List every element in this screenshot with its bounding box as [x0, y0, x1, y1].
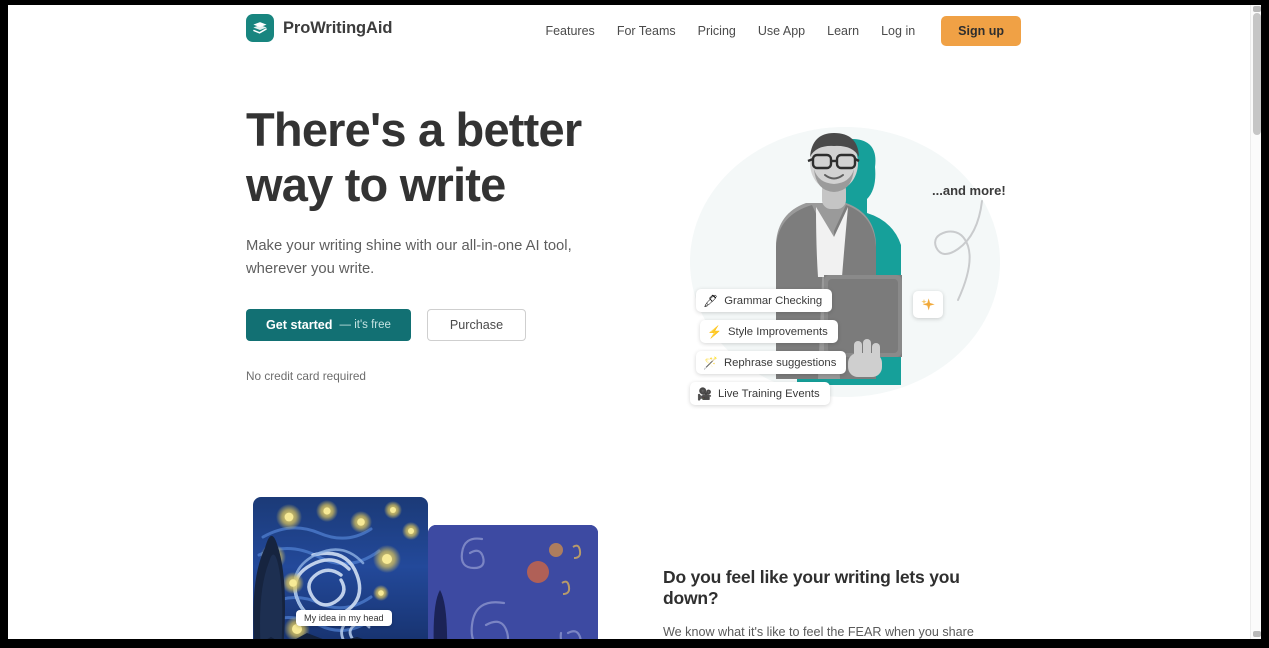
- hero-action-buttons: Get started — it's free Purchase: [246, 308, 646, 341]
- hero-illustration: 🖋 Grammar Checking ⚡ Style Improvements …: [668, 117, 1018, 447]
- page-content: ProWritingAid Features For Teams Pricing…: [8, 5, 1253, 639]
- magic-wand-icon: 🪄: [703, 355, 718, 370]
- hero-copy: There's a better way to write Make your …: [246, 102, 646, 383]
- lightning-bolt-icon: ⚡: [707, 324, 722, 339]
- get-started-label: Get started: [266, 317, 333, 332]
- section-two-copy: Do you feel like your writing lets you d…: [663, 567, 1013, 639]
- scrollbar-down-arrow[interactable]: [1253, 631, 1261, 637]
- video-camera-icon: 🎥: [697, 386, 712, 401]
- feather-pen-icon: 🖋: [703, 293, 719, 308]
- main-navigation: Features For Teams Pricing Use App Learn…: [534, 16, 1021, 46]
- no-credit-card-note: No credit card required: [246, 368, 366, 383]
- sparkle-badge: [913, 291, 943, 318]
- browser-viewport: ProWritingAid Features For Teams Pricing…: [8, 5, 1261, 639]
- book-pages-icon: [246, 14, 274, 42]
- purchase-button[interactable]: Purchase: [426, 308, 527, 341]
- man-with-laptop-photo: [776, 133, 902, 385]
- and-more-label: ...and more!: [932, 183, 1006, 198]
- section-two-title: Do you feel like your writing lets you d…: [663, 567, 960, 608]
- simplified-starry-night: [428, 525, 598, 639]
- feature-tag-live-training-events[interactable]: 🎥 Live Training Events: [690, 382, 830, 405]
- painting-caption: My idea in my head: [296, 610, 392, 626]
- hero-title: There's a better way to write: [246, 103, 582, 212]
- browser-window: ProWritingAid Features For Teams Pricing…: [0, 0, 1269, 648]
- get-started-sublabel: — it's free: [339, 318, 391, 331]
- nav-item-features[interactable]: Features: [534, 18, 605, 44]
- feature-tag-label: Live Training Events: [717, 387, 820, 400]
- feature-tag-label: Rephrase suggestions: [723, 356, 837, 369]
- nav-item-for-teams[interactable]: For Teams: [606, 18, 687, 44]
- vertical-scrollbar[interactable]: [1250, 5, 1261, 639]
- hero-subtitle: Make your writing shine with our all-in-…: [246, 237, 572, 277]
- nav-item-pricing[interactable]: Pricing: [687, 18, 747, 44]
- feature-tag-label: Grammar Checking: [724, 294, 823, 307]
- feature-tag-rephrase-suggestions[interactable]: 🪄 Rephrase suggestions: [696, 351, 847, 374]
- scrollbar-thumb[interactable]: [1253, 13, 1261, 135]
- nav-item-log-in[interactable]: Log in: [870, 18, 926, 44]
- feature-tag-style-improvements[interactable]: ⚡ Style Improvements: [700, 320, 838, 343]
- get-started-button[interactable]: Get started — it's free: [246, 308, 411, 341]
- hero-section: There's a better way to write Make your …: [8, 62, 1253, 492]
- sign-up-button[interactable]: Sign up: [941, 16, 1021, 46]
- nav-item-use-app[interactable]: Use App: [747, 18, 816, 44]
- painting-comparison-illustration: My idea in my head: [246, 492, 606, 639]
- brand-logo-link[interactable]: ProWritingAid: [246, 14, 392, 42]
- feature-tag-label: Style Improvements: [727, 325, 828, 338]
- section-two-body: We know what it's like to feel the FEAR …: [663, 625, 974, 639]
- feature-tag-grammar-checking[interactable]: 🖋 Grammar Checking: [696, 289, 833, 312]
- scrollbar-up-arrow[interactable]: [1253, 6, 1261, 12]
- brand-name: ProWritingAid: [283, 18, 393, 37]
- site-header: ProWritingAid Features For Teams Pricing…: [8, 5, 1253, 62]
- nav-item-learn[interactable]: Learn: [816, 18, 870, 44]
- writing-lets-you-down-section: My idea in my head Do you feel like your…: [8, 492, 1253, 639]
